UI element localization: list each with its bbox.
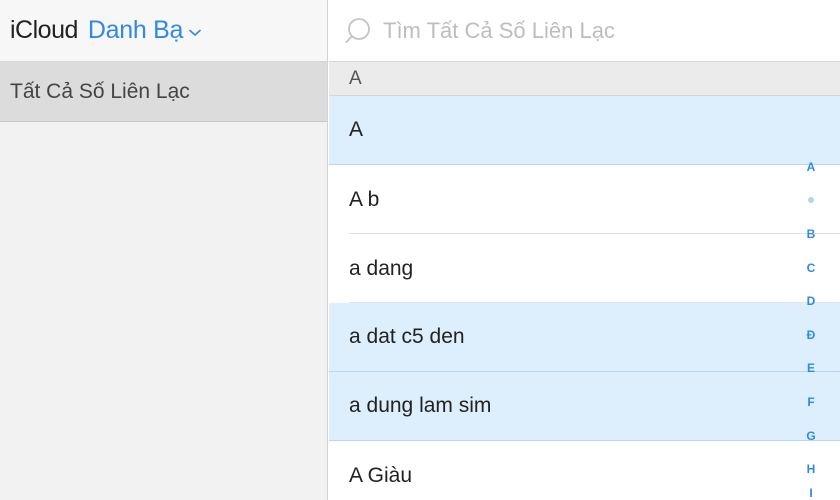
app-name: Danh Bạ bbox=[87, 16, 184, 44]
contacts-main: A A A b a dang a dat c5 den a dung lam s… bbox=[329, 0, 840, 500]
sidebar-header: iCloud Danh Bạ bbox=[0, 0, 327, 62]
contact-row[interactable]: a dat c5 den bbox=[329, 303, 840, 372]
index-letter-h[interactable]: H bbox=[807, 452, 816, 486]
index-letter-dd[interactable]: Đ bbox=[807, 318, 816, 352]
index-letter-c[interactable]: C bbox=[807, 251, 816, 285]
search-icon bbox=[345, 15, 377, 47]
index-letter-i[interactable]: I bbox=[809, 486, 812, 500]
app-switcher[interactable]: Danh Bạ bbox=[88, 16, 201, 45]
index-letter-d[interactable]: D bbox=[807, 284, 816, 318]
index-dot: • bbox=[808, 197, 814, 204]
index-letter-f[interactable]: F bbox=[807, 385, 814, 419]
index-separator[interactable]: • bbox=[808, 184, 814, 218]
contact-list: A A b a dang a dat c5 den a dung lam sim… bbox=[329, 96, 840, 500]
alphabet-index: A • B C D Đ E F G H I bbox=[803, 150, 819, 500]
contact-row[interactable]: A Giàu bbox=[329, 441, 840, 500]
contact-row[interactable]: A b bbox=[329, 165, 840, 234]
contacts-app: iCloud Danh Bạ Tất Cả Số Liên Lạc A A bbox=[0, 0, 840, 500]
icloud-brand: iCloud bbox=[10, 16, 78, 44]
contact-row[interactable]: a dang bbox=[329, 234, 840, 303]
contact-row[interactable]: A bbox=[329, 96, 840, 165]
sidebar: iCloud Danh Bạ Tất Cả Số Liên Lạc bbox=[0, 0, 328, 500]
search-input[interactable] bbox=[383, 17, 783, 44]
index-letter-a[interactable]: A bbox=[807, 150, 816, 184]
group-all-contacts[interactable]: Tất Cả Số Liên Lạc bbox=[0, 62, 327, 122]
index-letter-g[interactable]: G bbox=[806, 419, 815, 453]
section-header: A bbox=[329, 62, 840, 96]
chevron-down-icon bbox=[189, 24, 201, 42]
index-letter-b[interactable]: B bbox=[807, 217, 816, 251]
contact-row[interactable]: a dung lam sim bbox=[329, 372, 840, 441]
index-letter-e[interactable]: E bbox=[807, 352, 815, 386]
search-bar bbox=[329, 0, 840, 62]
